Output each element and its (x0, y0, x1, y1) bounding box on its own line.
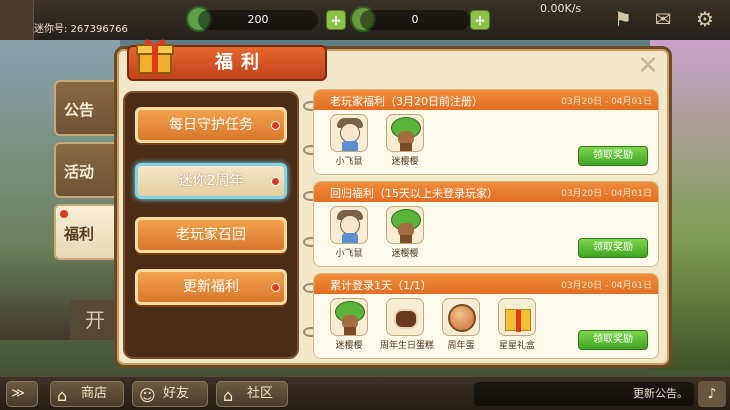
community-icon: ⌂ (223, 386, 234, 405)
card-header: 老玩家福利（3月20日前注册） 03月20日 - 04月01日 (314, 90, 658, 110)
anniversary-egg-icon (442, 298, 480, 336)
reward-list: 老玩家福利（3月20日前注册） 03月20日 - 04月01日 小飞鼠 迷樱樱 … (303, 87, 659, 363)
menu-label: 每日守护任务 (169, 117, 253, 133)
flying-mouse-icon (330, 114, 368, 152)
shop-icon: ⌂ (57, 386, 68, 405)
tree-spirit-icon (386, 114, 424, 152)
mail-icon[interactable]: ✉ (650, 4, 676, 34)
friends-button[interactable]: ☺ 好友 (132, 381, 208, 407)
add-resource-2-button[interactable]: + (470, 10, 490, 30)
background-sign: 开 (70, 300, 120, 340)
reward-card: 回归福利（15天以上未登录玩家） 03月20日 - 04月01日 小飞鼠 迷樱樱… (313, 181, 659, 267)
menu-daily-guard-tasks[interactable]: 每日守护任务 (135, 107, 287, 143)
dialog-title: 福利 (215, 52, 267, 73)
tab-events[interactable]: 活动 (54, 142, 120, 198)
notification-dot (271, 121, 280, 130)
resource-counter-2: 0 (360, 10, 470, 30)
reward-item[interactable]: 周年生日蛋糕 (380, 298, 435, 356)
card-title: 累计登录1天（1/1） (330, 279, 432, 292)
item-name: 周年蛋 (447, 341, 475, 351)
claim-reward-button[interactable]: 领取奖励 (578, 238, 648, 258)
bottom-bar: ≫ ⌂ 商店 ☺ 好友 ⌂ 社区 更新公告。 ♪ (0, 376, 730, 410)
close-button[interactable]: ✕ (635, 53, 661, 79)
tab-label: 活动 (64, 163, 95, 181)
reward-item[interactable]: 星星礼盒 (492, 298, 542, 356)
item-name: 小飞鼠 (335, 157, 363, 167)
gift-box-icon (136, 39, 174, 74)
speaker-icon[interactable]: ♪ (698, 381, 726, 407)
card-date: 03月20日 - 04月01日 (561, 189, 652, 199)
card-title: 老玩家福利（3月20日前注册） (330, 95, 483, 108)
shop-label: 商店 (81, 386, 108, 401)
item-name: 小飞鼠 (335, 249, 363, 259)
settings-gear-icon[interactable]: ⚙ (692, 4, 718, 34)
menu-label: 迷你2周年 (178, 173, 244, 189)
player-id: 迷你号: 267396766 (34, 24, 128, 35)
menu-returning-players[interactable]: 老玩家召回 (135, 217, 287, 253)
reward-item[interactable]: 小飞鼠 (324, 114, 374, 172)
reward-item[interactable]: 小飞鼠 (324, 206, 374, 264)
network-icon[interactable]: ⚑ (610, 4, 636, 34)
community-button[interactable]: ⌂ 社区 (216, 381, 288, 407)
friends-icon: ☺ (139, 386, 156, 405)
item-name: 迷樱樱 (335, 341, 363, 351)
item-name: 迷樱樱 (391, 249, 419, 259)
reward-item[interactable]: 迷樱樱 (380, 206, 430, 264)
expand-menu-button[interactable]: ≫ (6, 381, 38, 407)
player-avatar[interactable] (0, 0, 34, 40)
menu-update-benefits[interactable]: 更新福利 (135, 269, 287, 305)
tab-announcement[interactable]: 公告 (54, 80, 120, 136)
add-resource-1-button[interactable]: + (326, 10, 346, 30)
side-tab-bar: 公告 活动 福利 (54, 80, 124, 270)
reward-item[interactable]: 周年蛋 (436, 298, 486, 356)
benefits-menu: 每日守护任务 迷你2周年 老玩家召回 更新福利 (123, 91, 299, 359)
menu-second-anniversary[interactable]: 迷你2周年 (135, 163, 287, 199)
item-name: 周年生日蛋糕 (380, 341, 435, 351)
tab-label: 公告 (64, 101, 95, 119)
reward-card: 老玩家福利（3月20日前注册） 03月20日 - 04月01日 小飞鼠 迷樱樱 … (313, 89, 659, 175)
tree-spirit-icon (386, 206, 424, 244)
card-date: 03月20日 - 04月01日 (561, 97, 652, 107)
dialog-title-banner: 福利 (127, 39, 327, 81)
tab-label: 福利 (64, 225, 95, 243)
reward-item[interactable]: 迷樱樱 (380, 114, 430, 172)
resource-counter-1: 200 (198, 10, 318, 30)
menu-label: 老玩家召回 (176, 227, 246, 243)
card-header: 回归福利（15天以上未登录玩家） 03月20日 - 04月01日 (314, 182, 658, 202)
claim-reward-button[interactable]: 领取奖励 (578, 330, 648, 350)
card-header: 累计登录1天（1/1） 03月20日 - 04月01日 (314, 274, 658, 294)
reward-item[interactable]: 迷樱樱 (324, 298, 374, 356)
notification-dot (271, 177, 280, 186)
item-name: 迷樱樱 (391, 157, 419, 167)
top-bar: 迷你号: 267396766 200 + 0 + 0.00K/s ⚑ ✉ ⚙ (0, 0, 730, 40)
friends-label: 好友 (163, 386, 190, 401)
birthday-cake-icon (386, 298, 424, 336)
announcement-ticker[interactable]: 更新公告。 (474, 382, 694, 406)
notification-dot (271, 283, 280, 292)
shop-button[interactable]: ⌂ 商店 (50, 381, 124, 407)
benefits-dialog: 福利 ✕ 每日守护任务 迷你2周年 老玩家召回 更新福利 老玩家福利（3月20日… (114, 39, 672, 368)
flying-mouse-icon (330, 206, 368, 244)
community-label: 社区 (247, 386, 274, 401)
claim-reward-button[interactable]: 领取奖励 (578, 146, 648, 166)
star-gift-box-icon (498, 298, 536, 336)
tree-spirit-icon (330, 298, 368, 336)
notification-dot (60, 210, 68, 218)
card-title: 回归福利（15天以上未登录玩家） (330, 187, 498, 200)
card-date: 03月20日 - 04月01日 (561, 281, 652, 291)
network-speed: 0.00K/s (540, 2, 582, 15)
menu-label: 更新福利 (183, 279, 239, 295)
item-name: 星星礼盒 (498, 341, 535, 351)
reward-card: 累计登录1天（1/1） 03月20日 - 04月01日 迷樱樱 周年生日蛋糕 周… (313, 273, 659, 359)
